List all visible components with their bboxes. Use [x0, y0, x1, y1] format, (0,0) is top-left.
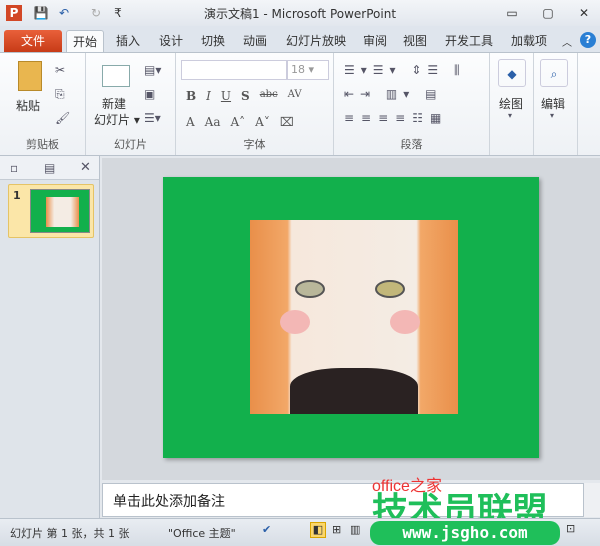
italic-button[interactable]: I — [206, 89, 211, 103]
slide-count-status: 幻灯片 第 1 张，共 1 张 — [10, 527, 130, 540]
cat-picture[interactable] — [250, 220, 458, 414]
tab-file[interactable]: 文件 — [4, 30, 62, 52]
reading-view-icon[interactable]: ▥ — [350, 523, 360, 536]
collapse-ribbon-icon[interactable]: ︿ — [562, 34, 572, 49]
layout-icon[interactable]: ▤▾ — [144, 63, 161, 77]
slide-thumbnail — [30, 189, 90, 233]
strikethrough-button[interactable]: abc — [260, 89, 278, 103]
editing-group: ⌕ 编辑 ▾ — [534, 53, 578, 155]
cat-body — [290, 368, 418, 414]
clipboard-label: 剪贴板 — [26, 138, 59, 151]
new-slide-dropdown[interactable]: 幻灯片 ▾ — [94, 111, 140, 128]
tab-insert[interactable]: 插入 — [110, 30, 146, 52]
font-label: 字体 — [243, 138, 266, 151]
tab-developer[interactable]: 开发工具 — [439, 30, 499, 52]
clear-format-icon[interactable]: ⌧ — [280, 115, 294, 129]
title-bar: P 💾 ↶ ↻ ₹ 演示文稿1 - Microsoft PowerPoint ▭… — [0, 0, 600, 26]
new-slide-icon[interactable] — [102, 65, 130, 87]
shapes-icon[interactable]: ◆ — [498, 59, 526, 87]
reset-icon[interactable]: ▣ — [144, 87, 155, 101]
tab-review[interactable]: 审阅 — [357, 30, 393, 52]
slide-thumbnail-item[interactable]: 1 — [8, 184, 94, 238]
clipboard-group: 粘贴 ✂ ⎘ 🖌 剪贴板 — [0, 53, 86, 155]
grow-font-button[interactable]: A˄ — [231, 115, 246, 129]
thumbnail-image — [46, 197, 79, 227]
notes-placeholder[interactable]: 单击此处添加备注 — [113, 491, 225, 511]
tab-addins[interactable]: 加载项 — [505, 30, 553, 52]
bold-button[interactable]: B — [186, 89, 196, 103]
notes-scrollbar[interactable] — [584, 483, 600, 517]
shrink-font-button[interactable]: A˅ — [255, 115, 270, 129]
indent-icons[interactable]: ⇤⇥ ▥▾ ▤ — [344, 87, 442, 101]
cat-eye-right — [375, 280, 405, 298]
slides-group: 新建 幻灯片 ▾ ▤▾ ▣ ☰▾ 幻灯片 — [86, 53, 176, 155]
find-binoculars-icon[interactable]: ⌕ — [540, 59, 568, 87]
help-icon[interactable]: ? — [580, 32, 596, 48]
underline-button[interactable]: U — [221, 89, 231, 103]
paragraph-label: 段落 — [400, 138, 423, 151]
outline-tab-icon[interactable]: ▤ — [44, 161, 55, 175]
close-button[interactable]: ✕ — [576, 5, 592, 21]
cat-eye-left — [295, 280, 325, 298]
editing-button[interactable]: 编辑 — [541, 95, 565, 112]
tab-view[interactable]: 视图 — [397, 30, 433, 52]
cat-cheek — [280, 310, 310, 334]
slides-tab-icon[interactable]: ▫ — [10, 161, 18, 175]
drawing-button[interactable]: 绘图 — [499, 95, 523, 112]
tab-animations[interactable]: 动画 — [237, 30, 273, 52]
font-color-button[interactable]: A — [186, 115, 195, 129]
paste-button[interactable]: 粘贴 — [16, 97, 40, 114]
tab-transitions[interactable]: 切换 — [195, 30, 231, 52]
char-spacing-button[interactable]: AV — [288, 89, 302, 103]
ribbon: 粘贴 ✂ ⎘ 🖌 剪贴板 新建 幻灯片 ▾ ▤▾ ▣ ☰▾ 幻灯片 18 ▾ B… — [0, 52, 600, 156]
drawing-group: ◆ 绘图 ▾ — [490, 53, 534, 155]
section-icon[interactable]: ☰▾ — [144, 111, 161, 125]
close-pane-icon[interactable]: ✕ — [80, 160, 91, 175]
paragraph-group: ☰▾☰▾ ⇕☰ ⫼ ⇤⇥ ▥▾ ▤ ≡≡≡≡☷▦ 段落 — [334, 53, 490, 155]
font-size-select[interactable]: 18 ▾ — [287, 60, 329, 80]
slides-label: 幻灯片 — [114, 138, 147, 151]
cut-icon[interactable]: ✂ — [55, 63, 65, 77]
list-icons[interactable]: ☰▾☰▾ ⇕☰ ⫼ — [344, 63, 466, 78]
font-size-value: 18 — [291, 63, 305, 76]
drawing-dropdown-icon[interactable]: ▾ — [508, 111, 512, 120]
normal-view-icon[interactable]: ◧ — [310, 522, 326, 538]
fit-slide-icon[interactable]: ⊡ — [566, 522, 575, 535]
editing-dropdown-icon[interactable]: ▾ — [550, 111, 554, 120]
font-name-select[interactable] — [181, 60, 287, 80]
cat-cheek — [390, 310, 420, 334]
shadow-button[interactable]: S — [241, 89, 250, 103]
font-group: 18 ▾ B I U S abc AV A Aa A˄ A˅ ⌧ 字体 — [176, 53, 334, 155]
minimize-button[interactable]: ▭ — [504, 5, 520, 21]
copy-icon[interactable]: ⎘ — [55, 87, 65, 102]
spellcheck-icon[interactable]: ✔ — [262, 523, 271, 536]
ribbon-tabs: 文件 开始 插入 设计 切换 动画 幻灯片放映 审阅 视图 开发工具 加载项 ︿… — [0, 26, 600, 53]
maximize-button[interactable]: ▢ — [540, 5, 556, 21]
paste-icon[interactable] — [18, 61, 42, 91]
new-slide-label[interactable]: 新建 — [102, 95, 126, 112]
align-icons[interactable]: ≡≡≡≡☷▦ — [344, 111, 448, 125]
tab-design[interactable]: 设计 — [153, 30, 189, 52]
change-case-button[interactable]: Aa — [205, 115, 221, 129]
slide-number: 1 — [13, 189, 21, 202]
tab-home[interactable]: 开始 — [66, 30, 105, 52]
watermark-url: www.jsgho.com — [370, 521, 560, 545]
slide-sorter-icon[interactable]: ⊞ — [332, 523, 341, 536]
theme-status[interactable]: "Office 主题" — [168, 525, 236, 541]
format-painter-icon[interactable]: 🖌 — [55, 111, 70, 125]
status-bar: 幻灯片 第 1 张，共 1 张 "Office 主题" ✔ ◧ ⊞ ▥ ⊡ ww… — [0, 518, 600, 546]
tab-slideshow[interactable]: 幻灯片放映 — [280, 30, 352, 52]
slide-panel: ▫ ▤ ✕ 1 — [0, 156, 100, 518]
